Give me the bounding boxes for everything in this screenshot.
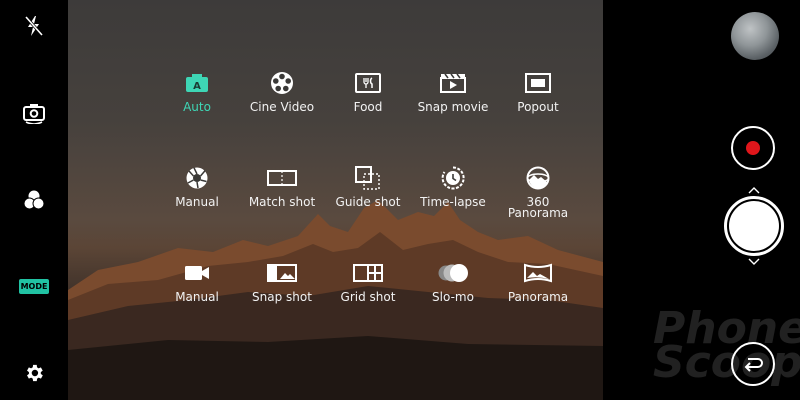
popout-icon — [521, 68, 555, 98]
mode-label: Grid shot — [340, 290, 396, 304]
guide-shot-icon — [351, 163, 385, 193]
mode-label: Manual — [175, 195, 219, 209]
record-button[interactable] — [731, 126, 775, 170]
video-camera-icon — [180, 258, 214, 288]
mode-match-shot[interactable]: Match shot — [232, 163, 332, 208]
mode-label: Auto — [183, 100, 211, 114]
film-reel-icon — [265, 68, 299, 98]
chevron-down-icon — [748, 258, 760, 265]
auto-icon: A — [180, 68, 214, 98]
mode-label: Guide shot — [335, 195, 401, 209]
mode-label: Slo-mo — [432, 290, 474, 304]
panorama-icon — [521, 258, 555, 288]
mode-label: 360 Panorama — [507, 195, 569, 220]
flash-off-icon[interactable] — [14, 6, 54, 46]
slo-mo-icon — [436, 258, 470, 288]
mode-label: Match shot — [248, 195, 316, 209]
right-controls: Phone Scoop — [603, 0, 800, 400]
gallery-thumbnail[interactable] — [731, 12, 779, 60]
chevron-up-icon — [748, 187, 760, 194]
mode-panorama[interactable]: Panorama — [488, 258, 588, 303]
mode-button[interactable]: MODE — [14, 266, 54, 306]
mode-label: MODE — [18, 278, 50, 294]
match-shot-icon — [265, 163, 299, 193]
snap-movie-icon — [436, 68, 470, 98]
food-icon — [351, 68, 385, 98]
filter-icon[interactable] — [14, 180, 54, 220]
grid-shot-icon — [351, 258, 385, 288]
record-dot-icon — [746, 141, 760, 155]
shutter-button[interactable] — [724, 196, 784, 256]
mode-label: Food — [353, 100, 383, 114]
svg-text:A: A — [193, 81, 201, 92]
mode-cine-video[interactable]: Cine Video — [232, 68, 332, 113]
mode-label: Snap shot — [252, 290, 312, 304]
mode-grid: A Auto Cine Video Food Snap movie Popout… — [68, 0, 603, 400]
panorama-360-icon — [521, 163, 555, 193]
mode-label: Panorama — [507, 290, 569, 304]
mode-label: Time-lapse — [420, 195, 486, 209]
mode-popout[interactable]: Popout — [488, 68, 588, 113]
back-icon — [744, 358, 763, 372]
snap-shot-icon — [265, 258, 299, 288]
mode-label: Snap movie — [417, 100, 489, 114]
viewfinder[interactable]: A Auto Cine Video Food Snap movie Popout… — [68, 0, 603, 400]
switch-camera-icon[interactable] — [14, 93, 54, 133]
mode-label: Manual — [175, 290, 219, 304]
left-toolbar: MODE — [0, 0, 68, 400]
settings-icon[interactable] — [14, 353, 54, 393]
watermark: Phone Scoop — [653, 303, 800, 388]
mode-360-panorama[interactable]: 360 Panorama — [488, 163, 588, 219]
mode-snap-shot[interactable]: Snap shot — [232, 258, 332, 303]
back-button[interactable] — [731, 342, 775, 386]
mode-label: Popout — [517, 100, 559, 114]
timelapse-icon — [436, 163, 470, 193]
aperture-icon — [180, 163, 214, 193]
mode-label: Cine Video — [249, 100, 315, 114]
